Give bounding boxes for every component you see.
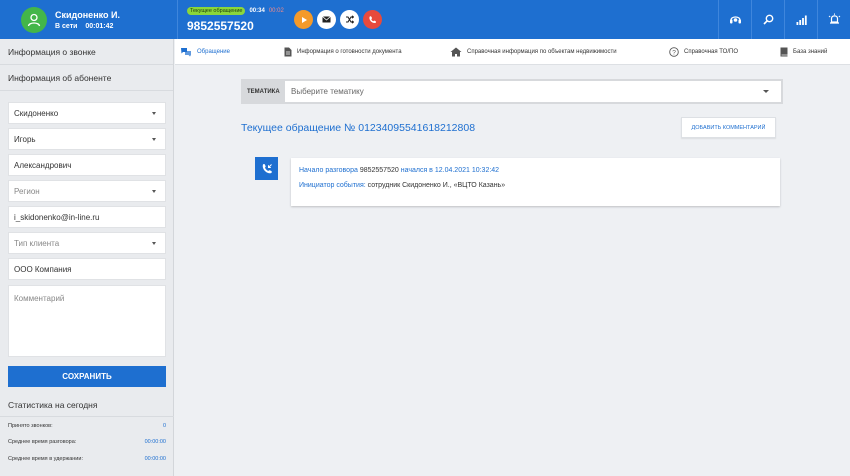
- search-button[interactable]: [751, 0, 784, 39]
- stat-row: Среднее время разговора: 00:00:00: [8, 439, 166, 445]
- phone-incoming-icon: [262, 163, 272, 173]
- notifications-button[interactable]: [817, 0, 850, 39]
- add-comment-button[interactable]: ДОБАВИТЬ КОММЕНТАРИЙ: [681, 117, 776, 138]
- stat-label: Среднее время в удержании:: [8, 456, 83, 462]
- topic-label: ТЕМАТИКА: [247, 88, 280, 95]
- tab-reference-to-po[interactable]: ? Справочная ТО/ПО: [669, 39, 738, 65]
- subscriber-info-heading: Информация об абоненте: [0, 65, 173, 91]
- signal-button[interactable]: [784, 0, 817, 39]
- user-name: Скидоненко И.: [55, 9, 120, 20]
- stat-value: 00:00:00: [144, 439, 166, 445]
- page-title: Текущее обращение № 01234095541618212808: [241, 122, 476, 134]
- tab-label: База знаний: [793, 49, 828, 55]
- tab-bar: Обращение Информация о готовности докуме…: [175, 39, 850, 65]
- hold-timer: 00:02: [268, 7, 284, 14]
- stat-value: 0: [162, 423, 166, 429]
- top-bar: Скидоненко И. В сети 00:01:42 Текущее об…: [0, 0, 850, 39]
- chevron-down-icon: [152, 242, 156, 245]
- middle-name-value: Александрович: [14, 160, 72, 170]
- first-name-value: Игорь: [14, 134, 36, 144]
- tab-knowledge-base[interactable]: База знаний: [780, 39, 827, 65]
- event-number: 9852557520: [359, 167, 399, 174]
- current-call: Текущее обращение 00:34 00:02 9852557520: [187, 6, 284, 33]
- home-icon: [450, 47, 462, 57]
- chevron-down-icon: [152, 138, 156, 141]
- stat-row: Принято звонков: 0: [8, 423, 166, 429]
- topic-bar: ТЕМАТИКА Выберите тематику: [241, 79, 783, 104]
- play-button[interactable]: [294, 10, 313, 29]
- event-initiator: сотрудник Скидоненко И., «ВЦТО Казань»: [367, 182, 506, 189]
- top-right-tools: [718, 0, 850, 39]
- email-field[interactable]: i_skidonenko@in-line.ru: [8, 206, 166, 228]
- chevron-down-icon: [763, 90, 769, 93]
- caller-number: 9852557520: [187, 18, 254, 33]
- email-value: i_skidonenko@in-line.ru: [14, 212, 100, 222]
- comment-textarea[interactable]: Комментарий: [8, 285, 166, 357]
- client-type-placeholder: Тип клиента: [14, 238, 60, 248]
- tab-label: Справочная ТО/ПО: [684, 49, 738, 55]
- event-initiator-label: Инициатор события:: [299, 182, 366, 189]
- region-placeholder: Регион: [14, 186, 40, 196]
- tab-label: Информация о готовности документа: [297, 49, 402, 55]
- hangup-button[interactable]: [363, 10, 382, 29]
- company-value: ООО Компания: [14, 264, 72, 274]
- headset-icon: [729, 16, 741, 24]
- chevron-down-icon: [152, 190, 156, 193]
- tab-appeal[interactable]: Обращение: [180, 39, 230, 65]
- event-card: Начало разговора 9852557520 начался в 12…: [291, 158, 780, 206]
- envelope-icon: [322, 16, 331, 23]
- topic-select[interactable]: Выберите тематику: [285, 81, 781, 102]
- client-type-select[interactable]: Тип клиента: [8, 232, 166, 254]
- stat-label: Принято звонков:: [8, 423, 53, 429]
- avatar[interactable]: [21, 6, 47, 33]
- first-name-select[interactable]: Игорь: [8, 128, 166, 150]
- shuffle-icon: [346, 15, 354, 24]
- tab-real-estate-info[interactable]: Справочная информация по объектам недвиж…: [450, 39, 617, 65]
- chat-bubbles-icon: [181, 48, 191, 57]
- topic-placeholder: Выберите тематику: [291, 87, 364, 96]
- user-panel: Скидоненко И. В сети 00:01:42: [0, 0, 178, 39]
- svg-text:?: ?: [672, 49, 676, 56]
- play-icon: [301, 16, 307, 23]
- book-icon: [780, 47, 788, 57]
- support-button[interactable]: [718, 0, 751, 39]
- middle-name-field[interactable]: Александрович: [8, 154, 166, 176]
- stat-value: 00:00:00: [144, 456, 166, 462]
- stat-label: Среднее время разговора:: [8, 439, 77, 445]
- last-name-select[interactable]: Скидоненко: [8, 102, 166, 124]
- alarm-bell-icon: [828, 13, 840, 24]
- document-icon: [284, 47, 292, 57]
- user-icon: [27, 13, 41, 26]
- user-status: В сети: [55, 22, 78, 30]
- phone-hangup-icon: [369, 16, 377, 24]
- tab-label: Обращение: [197, 49, 230, 55]
- call-timer: 00:34: [249, 7, 265, 14]
- search-icon: [762, 14, 773, 25]
- save-button[interactable]: СОХРАНИТЬ: [8, 366, 166, 387]
- company-field[interactable]: ООО Компания: [8, 258, 166, 280]
- call-info-heading: Информация о звонке: [0, 39, 173, 65]
- divider: [0, 416, 174, 417]
- sidebar: Информация о звонке Информация об абонен…: [0, 39, 174, 476]
- event-start: начался в 12.04.2021 10:32:42: [400, 167, 500, 174]
- incoming-call-event-icon: [255, 157, 278, 180]
- tab-document-readiness[interactable]: Информация о готовности документа: [284, 39, 402, 65]
- message-button[interactable]: [317, 10, 336, 29]
- event-type: Начало разговора: [299, 167, 358, 174]
- transfer-button[interactable]: [340, 10, 359, 29]
- stats-title: Статистика на сегодня: [8, 400, 98, 410]
- stat-row: Среднее время в удержании: 00:00:00: [8, 456, 166, 462]
- tab-label: Справочная информация по объектам недвиж…: [467, 49, 617, 55]
- call-actions: [294, 10, 386, 29]
- help-circle-icon: ?: [669, 47, 679, 57]
- user-time: 00:01:42: [85, 22, 114, 30]
- current-call-badge: Текущее обращение: [187, 6, 246, 15]
- chevron-down-icon: [152, 112, 156, 115]
- region-select[interactable]: Регион: [8, 180, 166, 202]
- signal-icon: [796, 15, 807, 25]
- last-name-value: Скидоненко: [14, 108, 59, 118]
